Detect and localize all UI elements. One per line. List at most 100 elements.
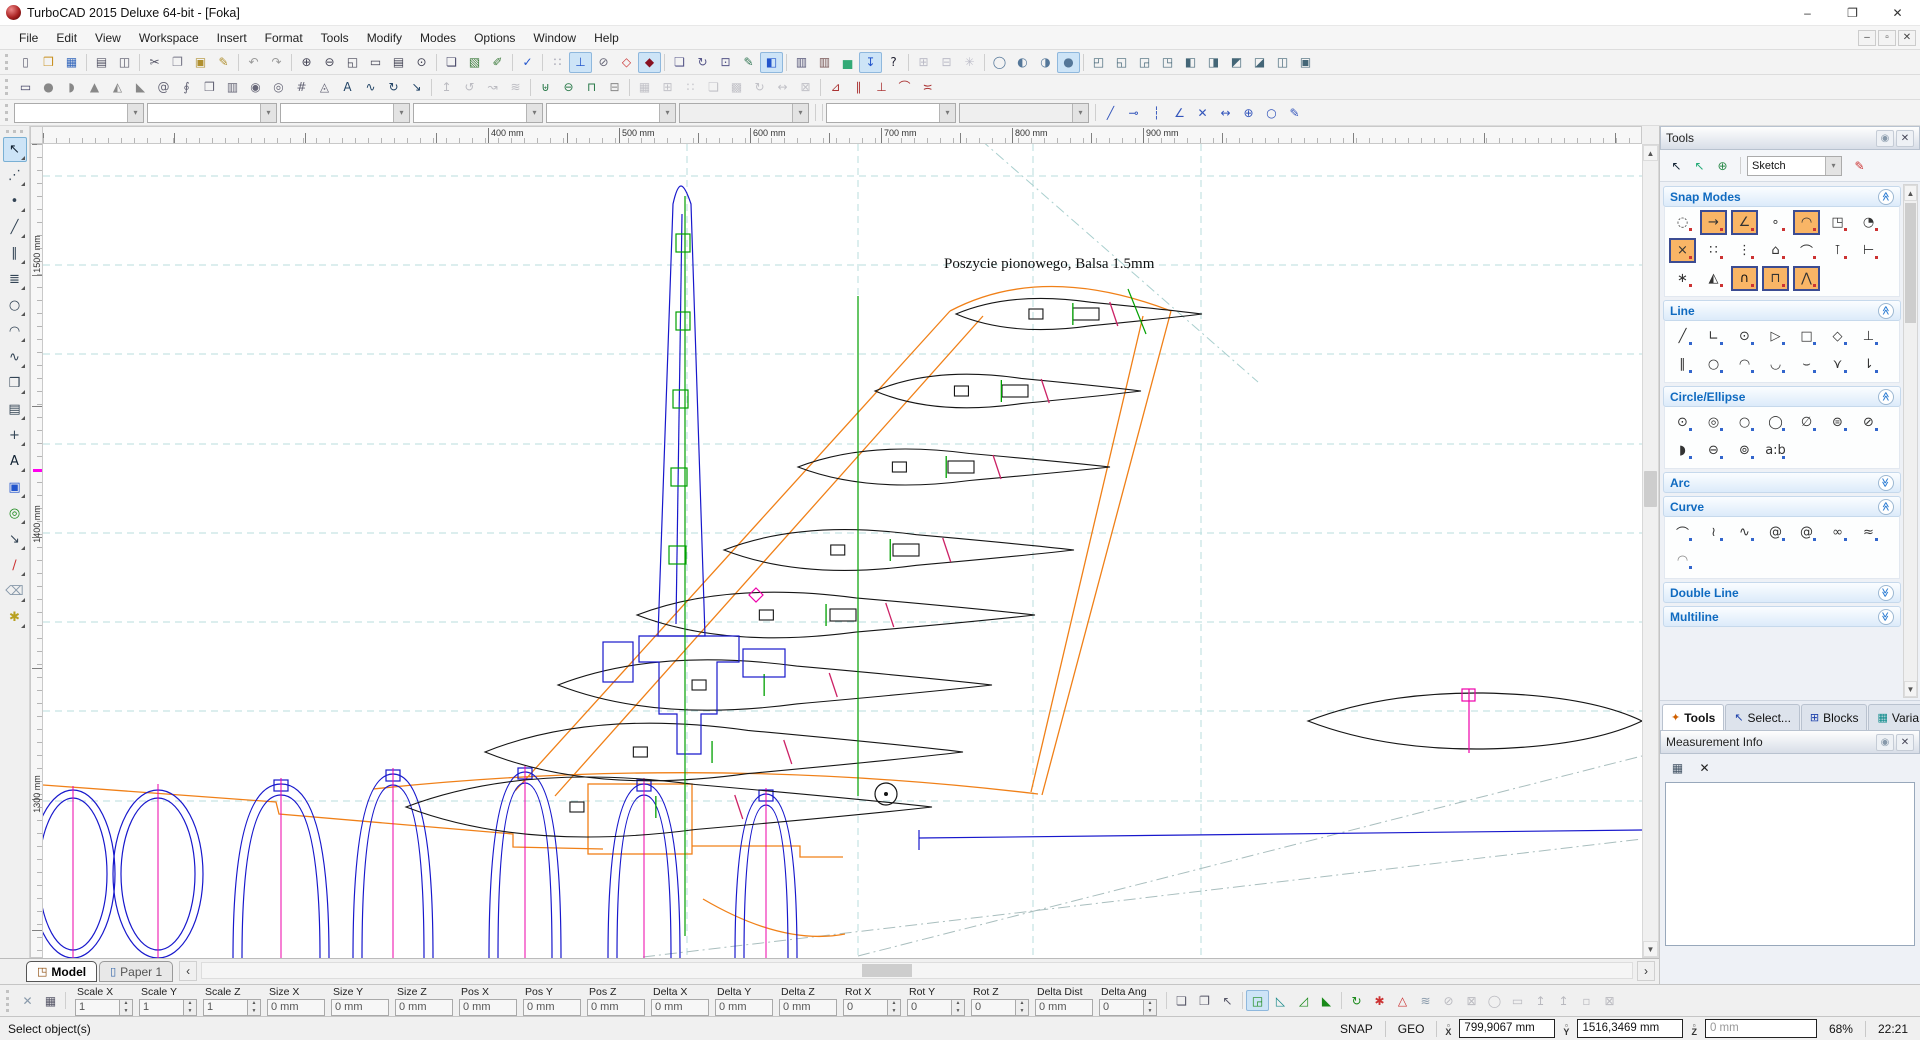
rect-off-icon[interactable]: ▭	[1506, 990, 1529, 1011]
spinner[interactable]: ▲▼	[1144, 999, 1157, 1016]
curve-bezier-icon[interactable]: ∿	[1731, 520, 1758, 545]
circle-tangent-icon[interactable]: ∅	[1793, 410, 1820, 435]
pin-icon[interactable]: ◉	[1876, 130, 1894, 147]
delete-box-icon[interactable]: ⊠	[1460, 990, 1483, 1011]
curve-arc-icon[interactable]: ⌒	[1669, 520, 1696, 545]
box-tool[interactable]: ❒	[3, 371, 27, 396]
snap-vertical-icon[interactable]: ⊺	[1824, 238, 1851, 263]
chart-icon[interactable]: ▅	[836, 52, 859, 73]
z-coordinate-field[interactable]: 0 mm	[1705, 1019, 1817, 1038]
insert-picture-icon[interactable]: ▧	[463, 52, 486, 73]
tab-tools[interactable]: ✦Tools	[1662, 704, 1724, 730]
pan-tool[interactable]: +	[3, 423, 27, 448]
hidden-line-render-icon[interactable]: ◐	[1011, 52, 1034, 73]
slice-icon[interactable]: ⊟	[603, 77, 626, 98]
input-scale-x[interactable]: 1	[75, 999, 120, 1016]
menu-format[interactable]: Format	[256, 26, 312, 49]
crossed-box-icon[interactable]: ⊠	[1598, 990, 1621, 1011]
tab-varia[interactable]: ▦Varia...	[1868, 704, 1920, 730]
center-point-tool[interactable]: ◎	[3, 501, 27, 526]
grid-snap-icon[interactable]: ∷	[546, 52, 569, 73]
circle-tool[interactable]: ○	[3, 293, 27, 318]
rotate-cursor-icon[interactable]: ↻	[1345, 990, 1368, 1011]
snap-face-icon[interactable]: ⌂	[1762, 238, 1789, 263]
view-iso-ne-icon[interactable]: ◩	[1225, 52, 1248, 73]
assemble-icon[interactable]: ⊿	[824, 77, 847, 98]
ucs-icon[interactable]: ⊥	[569, 52, 592, 73]
input-delta-z[interactable]: 0 mm	[779, 999, 837, 1016]
table-icon[interactable]: ▦	[1666, 758, 1689, 779]
zoom-level[interactable]: 68%	[1825, 1022, 1857, 1036]
child-minimize-button[interactable]: –	[1858, 30, 1876, 46]
box-3d-icon[interactable]: ❒	[198, 77, 221, 98]
brush-style-combo[interactable]: ▾	[413, 103, 543, 123]
facet-rotate-icon[interactable]: ↻	[748, 77, 771, 98]
workplane-wp-icon[interactable]: ◺	[1269, 990, 1292, 1011]
ellipse-icon[interactable]: ⊜	[1824, 410, 1851, 435]
line-circle-icon[interactable]: ⊙	[1731, 324, 1758, 349]
cylinder-icon[interactable]: ▥	[221, 77, 244, 98]
coordinate-combo[interactable]: ▾	[826, 103, 956, 123]
input-pos-y[interactable]: 0 mm	[523, 999, 581, 1016]
snap-magnetic-icon[interactable]: ∩	[1731, 266, 1758, 291]
copy-entity-icon[interactable]: ❏	[668, 52, 691, 73]
zoom-in-icon[interactable]: ⊕	[295, 52, 318, 73]
scroll-down-icon[interactable]: ▼	[1643, 941, 1658, 957]
line-perpendicular-icon[interactable]: ⊥	[1855, 324, 1882, 349]
section-header[interactable]: Line≪	[1663, 300, 1901, 321]
copy-drawing-icon[interactable]: ❏	[440, 52, 463, 73]
sketch-box-icon[interactable]: ▭	[14, 77, 37, 98]
minimize-button[interactable]: –	[1785, 0, 1830, 26]
curve-closed-icon[interactable]: ∞	[1824, 520, 1851, 545]
save-icon[interactable]: ▦	[60, 52, 83, 73]
constraint-tangent-icon[interactable]: ⌒	[893, 77, 916, 98]
toolbar-grip[interactable]	[5, 104, 10, 122]
chevron-down-icon[interactable]: ▾	[1825, 157, 1841, 175]
heavy-snap-icon[interactable]: ◆	[638, 52, 661, 73]
menu-window[interactable]: Window	[524, 26, 585, 49]
wedge-icon[interactable]: ◣	[129, 77, 152, 98]
chevron-icon[interactable]: ≪	[1878, 609, 1894, 625]
selection-info-icon[interactable]: ▥	[813, 52, 836, 73]
circle-3point-icon[interactable]: ◯	[1762, 410, 1789, 435]
input-size-z[interactable]: 0 mm	[395, 999, 453, 1016]
menu-modify[interactable]: Modify	[358, 26, 411, 49]
pen-icon[interactable]: ✐	[486, 52, 509, 73]
circle-center-icon[interactable]: ⊙	[1669, 410, 1696, 435]
close-panel-icon[interactable]: ✕	[1896, 130, 1914, 147]
helix-icon[interactable]: ∮	[175, 77, 198, 98]
line-rectangle-icon[interactable]: □	[1793, 324, 1820, 349]
facet-mesh-icon[interactable]: ▩	[725, 77, 748, 98]
toolbar-grip[interactable]	[5, 54, 10, 71]
intersect-icon[interactable]: ⊓	[580, 77, 603, 98]
mirror-icon[interactable]: ◧	[760, 52, 783, 73]
zoom-page-icon[interactable]: ▤	[387, 52, 410, 73]
node-edit-tool[interactable]: ⋰	[3, 163, 27, 188]
print-preview-icon[interactable]: ◫	[113, 52, 136, 73]
view-iso-se-icon[interactable]: ◫	[1271, 52, 1294, 73]
sketch-edit-icon[interactable]: ✎	[1283, 102, 1306, 123]
edit-vertical-icon[interactable]: ┆	[1145, 102, 1168, 123]
circle-off-icon[interactable]: ◯	[1483, 990, 1506, 1011]
no-draw-icon[interactable]: ⊘	[1437, 990, 1460, 1011]
x-coordinate-field[interactable]: 799,9067 mm	[1459, 1019, 1555, 1038]
curve-open-arc-icon[interactable]: ◠	[1669, 548, 1696, 573]
prism-icon[interactable]: ◬	[313, 77, 336, 98]
palette-select-icon[interactable]: ↖	[1665, 155, 1688, 176]
ellipse-ratio-icon[interactable]: a:b	[1762, 438, 1789, 463]
maximize-button[interactable]: ❐	[1830, 0, 1875, 26]
facet-delete-icon[interactable]: ⊠	[794, 77, 817, 98]
chevron-icon[interactable]: ≪	[1878, 499, 1894, 515]
input-pos-z[interactable]: 0 mm	[587, 999, 645, 1016]
edit-delete-icon[interactable]: ✕	[1191, 102, 1214, 123]
edit-segment-icon[interactable]: ╱	[1099, 102, 1122, 123]
half-cone-icon[interactable]: ◭	[106, 77, 129, 98]
circle-2point-icon[interactable]: ○	[1731, 410, 1758, 435]
calculator-icon[interactable]: ▦	[39, 990, 62, 1011]
stack-icon[interactable]: ≋	[1414, 990, 1437, 1011]
eraser-tool[interactable]: ⌫	[3, 579, 27, 604]
sphere-icon[interactable]: ●	[37, 77, 60, 98]
pin-down-icon[interactable]: ↧	[859, 52, 882, 73]
snap-ortho-icon[interactable]: ⊓	[1762, 266, 1789, 291]
move-up-alt-icon[interactable]: ↥	[1552, 990, 1575, 1011]
